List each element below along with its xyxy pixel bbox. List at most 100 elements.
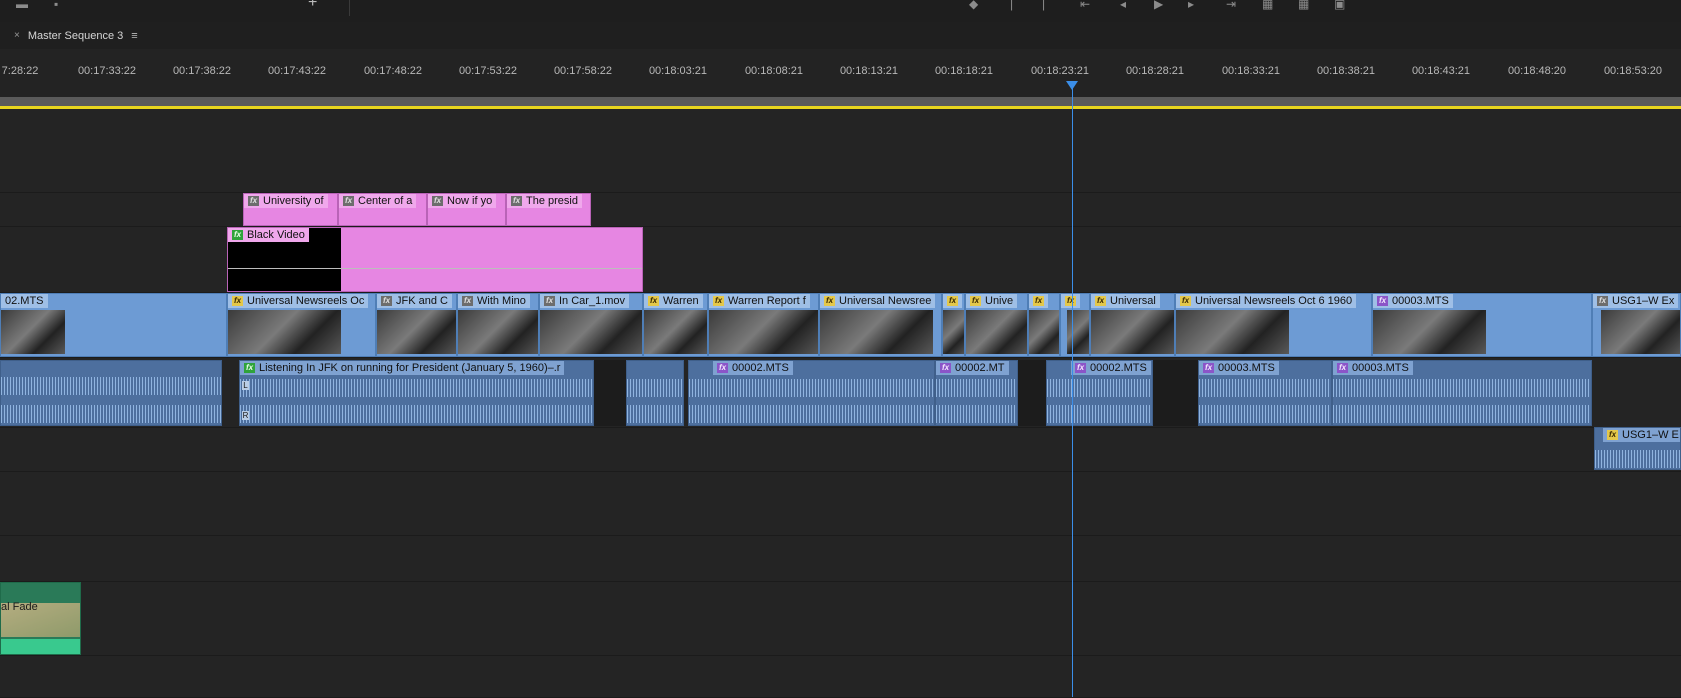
video-clip[interactable]: fx USG1–W Ex [1592,293,1681,357]
audio-clip[interactable]: fx 00002.MT [935,360,1018,426]
time-ruler[interactable]: 7:28:22 00:17:33:22 00:17:38:22 00:17:43… [0,56,1681,96]
timecode-tick: 00:18:28:21 [1125,65,1185,77]
title-clip[interactable]: fx Center of a [338,193,427,226]
fx-icon: fx [1095,296,1106,306]
clip-thumbnail [709,310,818,354]
video-clip[interactable]: fx Universal Newsreels Oct 6 1960 [1175,293,1372,357]
marker-icon[interactable]: ◆ [969,0,978,10]
audio-clip[interactable]: L R fx Listening In JFK on running for Pr… [239,360,594,426]
channel-right-label: R [242,411,249,420]
play-icon[interactable]: ▶ [1154,0,1163,10]
title-clip[interactable]: fx Now if yo [427,193,506,226]
fx-icon: fx [947,296,958,306]
panel-icon[interactable]: ▬ [16,0,28,10]
audio-gap [1018,360,1046,426]
fx-icon: fx [232,230,243,240]
zoom-strip[interactable] [0,97,1681,106]
timecode-tick: 7:28:22 [1,65,39,77]
fx-icon: fx [713,296,724,306]
insert-icon[interactable]: ▦ [1262,0,1273,10]
fx-icon: fx [248,196,259,206]
video-clip[interactable]: fx Warren [643,293,708,357]
audio-clip[interactable]: fx 00002.MTS [688,360,935,426]
menu-icon[interactable]: ≡ [131,30,137,42]
title-clip[interactable]: fx The presid [506,193,591,226]
clip-thumbnail [1176,310,1289,354]
audio-clip[interactable]: fx USG1–W E [1594,427,1681,470]
playhead-handle[interactable] [1066,81,1078,90]
timecode-tick: 00:17:53:22 [458,65,518,77]
timecode-tick: 00:18:48:20 [1507,65,1567,77]
clip-thumbnail [943,310,964,354]
video-clip[interactable]: fx Universal Newsreels Oc [227,293,376,357]
audio-fade-clip[interactable]: al Fade [0,582,81,655]
mark-in-icon[interactable]: | [1010,0,1013,10]
video-clip[interactable]: fx With Mino [457,293,539,357]
overwrite-icon[interactable]: ▦ [1298,0,1309,10]
tab-master-sequence[interactable]: × Master Sequence 3 ≡ [14,22,138,49]
audio-clip[interactable] [626,360,684,426]
video-clip[interactable]: fx Warren Report f [708,293,819,357]
video-clip[interactable]: fx Unive [965,293,1028,357]
video-clip[interactable]: fx Universal Newsree [819,293,942,357]
clip-thumbnail [820,310,933,354]
playhead-line[interactable] [1072,82,1073,697]
clip-label: Black Video [247,229,305,241]
video-clip[interactable]: fx 00003.MTS [1372,293,1592,357]
clip-thumbnail [377,310,456,354]
close-icon[interactable]: × [14,30,20,41]
export-frame-icon[interactable]: ▣ [1334,0,1345,10]
timecode-tick: 00:18:23:21 [1030,65,1090,77]
timecode-tick: 00:18:38:21 [1316,65,1376,77]
audio-waveform [1047,405,1152,423]
channel-left-label: L [242,381,249,390]
step-forward-icon[interactable]: ▸ [1188,0,1194,10]
mark-out-icon[interactable]: | [1042,0,1045,10]
audio-clip[interactable]: fx 00003.MTS [1332,360,1592,426]
fx-icon: fx [940,363,951,373]
audio-clip[interactable]: fx 00002.MTS [1046,360,1153,426]
video-clip[interactable]: fx JFK and C [376,293,457,357]
fx-icon: fx [717,363,728,373]
fx-icon: fx [462,296,473,306]
audio-track-a5 [0,582,1681,656]
timecode-tick: 00:17:38:22 [172,65,232,77]
fx-icon: fx [824,296,835,306]
clip-label: al Fade [1,601,38,613]
clip-label: The presid [526,195,578,207]
video-clip[interactable]: fx In Car_1.mov [539,293,643,357]
video-clip[interactable]: fx [942,293,965,357]
clip-label: Warren Report f [728,295,806,307]
audio-track-a2 [0,428,1681,472]
fx-icon: fx [511,196,522,206]
fx-icon: fx [1597,296,1608,306]
audio-waveform [1595,450,1680,468]
clip-thumbnail [966,310,1027,354]
step-back-icon[interactable]: ◂ [1120,0,1126,10]
video-clip[interactable]: fx [1060,293,1090,357]
sequence-tab-title: Master Sequence 3 [27,29,124,42]
clip-label: Universal Newsreels Oct 6 1960 [1195,295,1353,307]
audio-waveform [1199,379,1331,397]
work-area-bar[interactable] [0,106,1681,109]
video-clip[interactable]: 02.MTS [0,293,227,357]
fx-icon: fx [244,363,255,373]
tab-bar [0,22,1681,49]
timecode-tick: 00:18:08:21 [744,65,804,77]
clip-label: Universal Newsree [839,295,932,307]
timecode-tick: 00:18:03:21 [648,65,708,77]
clip-thumbnail [1,310,65,354]
black-video-clip[interactable]: fx Black Video [227,227,643,292]
clip-label: USG1–W E [1622,429,1679,441]
panel-icon[interactable]: ▪ [54,0,58,10]
title-clip[interactable]: fx University of [243,193,338,226]
fx-icon: fx [1180,296,1191,306]
video-clip[interactable]: fx [1028,293,1060,357]
video-clip[interactable]: fx Universal [1090,293,1175,357]
audio-clip[interactable]: fx 00003.MTS [1198,360,1332,426]
audio-clip[interactable] [0,360,222,426]
audio-gap [594,360,626,426]
go-to-out-icon[interactable]: ⇥ [1226,0,1236,10]
go-to-in-icon[interactable]: ⇤ [1080,0,1090,10]
add-button[interactable]: + [308,0,317,11]
